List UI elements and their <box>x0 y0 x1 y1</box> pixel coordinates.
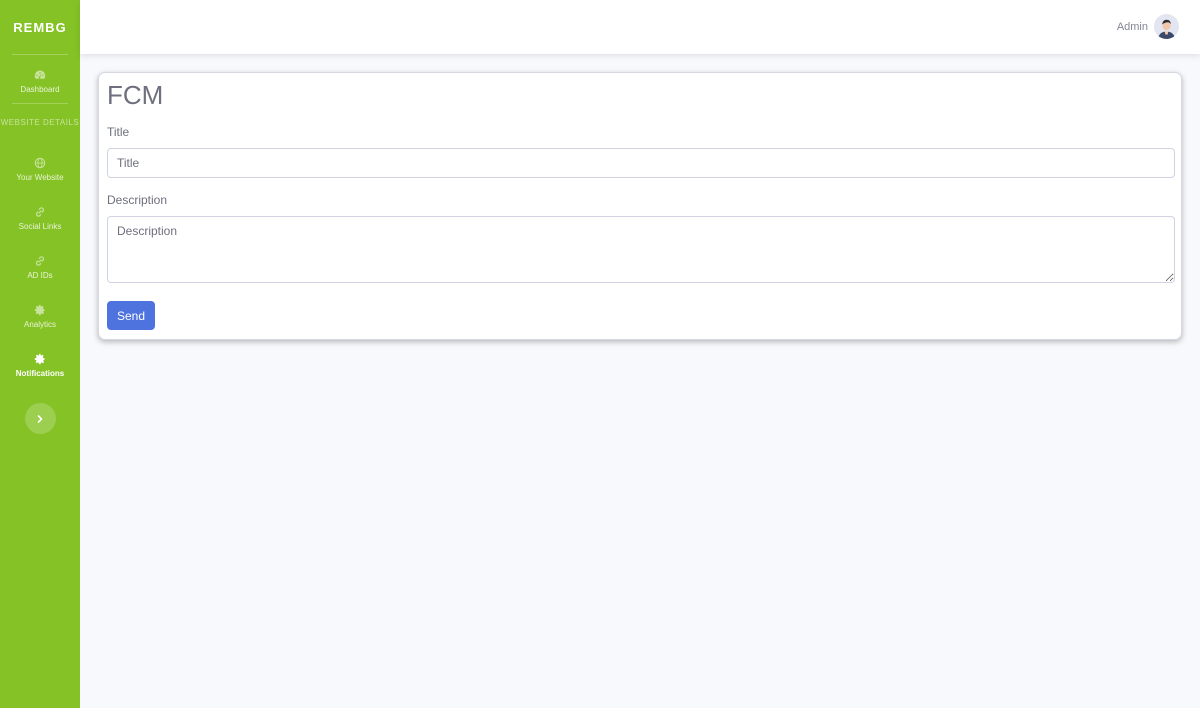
title-input[interactable] <box>107 148 1175 178</box>
sidebar-item-social-links[interactable]: Social Links <box>0 194 80 243</box>
sidebar-item-label: Analytics <box>23 320 56 329</box>
user-name: Admin <box>1116 20 1148 33</box>
user-menu[interactable]: Admin <box>1117 14 1179 39</box>
link-icon <box>35 207 45 217</box>
brand-logo[interactable]: REMBG <box>0 0 80 54</box>
topbar: Admin <box>80 0 1200 54</box>
sidebar-item-label: Notifications <box>15 369 65 378</box>
gear-icon <box>34 353 45 365</box>
title-label: Title <box>107 125 130 139</box>
gear-icon <box>34 304 45 316</box>
page-title: FCM <box>107 80 164 110</box>
dashboard-icon <box>34 70 46 79</box>
fcm-card: FCM Title Description Send <box>98 72 1182 340</box>
sidebar-heading: WEBSITE DETAILS <box>0 104 80 145</box>
user-avatar-icon <box>1154 14 1179 39</box>
avatar[interactable] <box>1154 14 1179 39</box>
chevron-right-icon <box>37 414 43 423</box>
sidebar-item-label: AD IDs <box>27 271 53 280</box>
sidebar-item-label: Social Links <box>18 222 62 231</box>
globe-icon <box>34 157 46 169</box>
description-label: Description <box>107 193 168 207</box>
description-textarea[interactable] <box>107 216 1175 283</box>
sidebar-heading-text: WEBSITE DETAILS <box>0 118 80 127</box>
sidebar-item-notifications[interactable]: Notifications <box>0 341 80 390</box>
sidebar-toggle-button[interactable] <box>24 403 56 434</box>
sidebar-item-your-website[interactable]: Your Website <box>0 145 80 194</box>
sidebar-item-label: Dashboard <box>20 85 60 94</box>
send-button[interactable]: Send <box>107 301 155 330</box>
sidebar-item-label: Your Website <box>16 173 64 182</box>
sidebar: REMBG Dashboard WEBSITE DETAILS Your Web… <box>0 0 80 708</box>
link-icon <box>35 256 45 266</box>
sidebar-item-analytics[interactable]: Analytics <box>0 292 80 341</box>
sidebar-item-dashboard[interactable]: Dashboard <box>0 55 80 103</box>
sidebar-item-ad-ids[interactable]: AD IDs <box>0 243 80 292</box>
